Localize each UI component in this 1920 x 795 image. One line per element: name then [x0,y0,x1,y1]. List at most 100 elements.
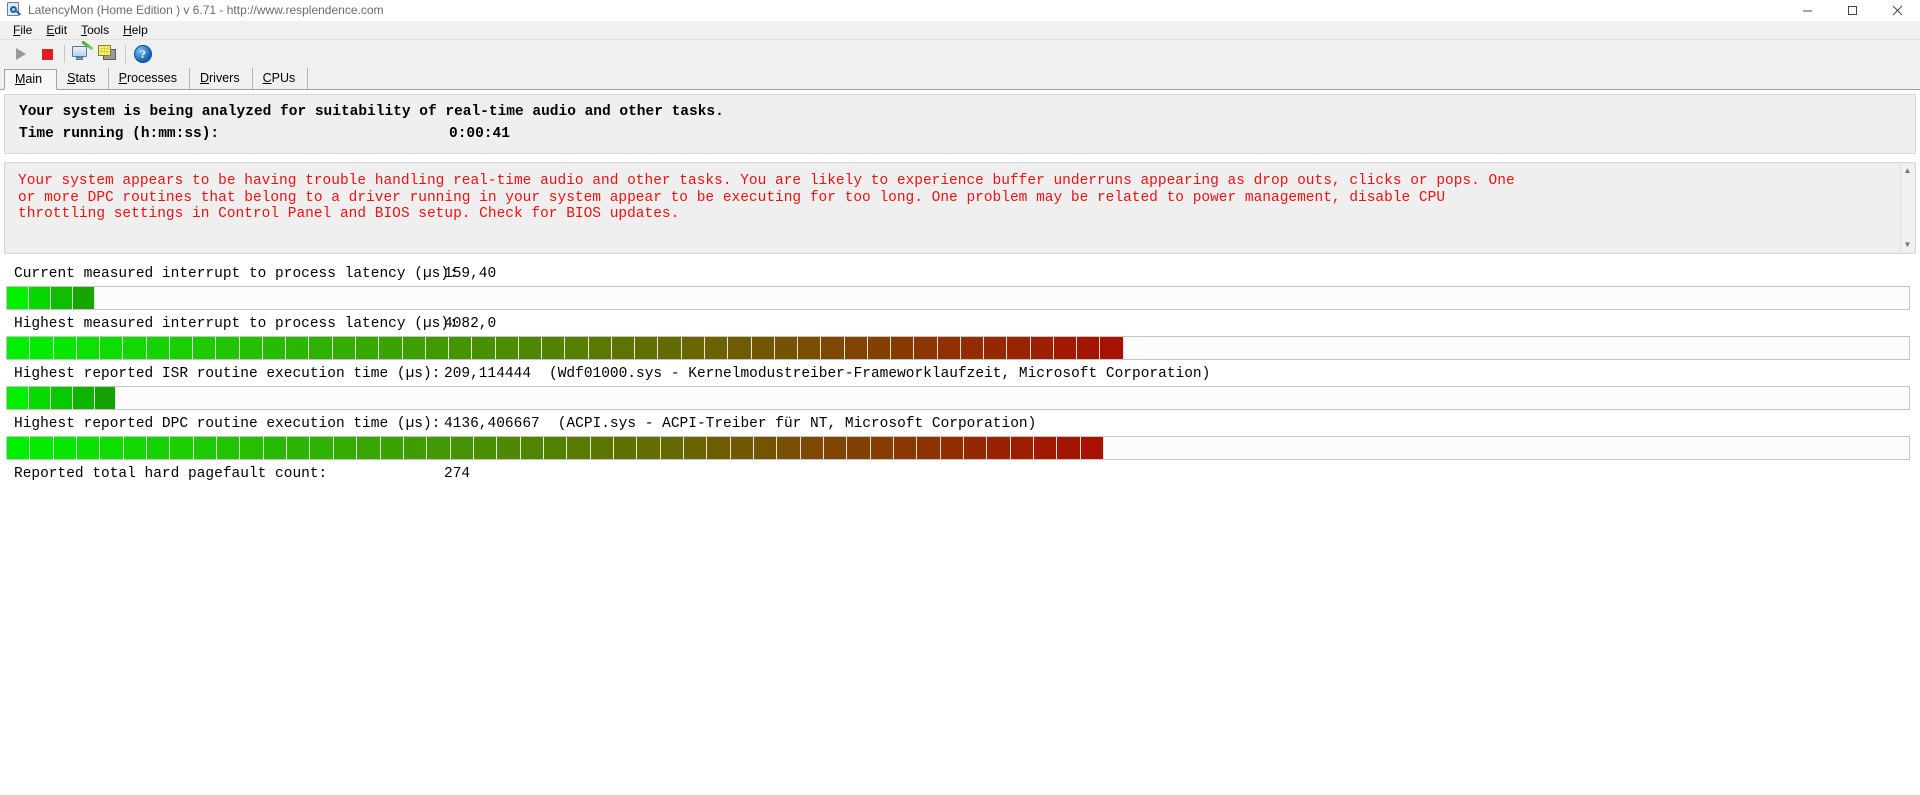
help-circle-icon: ? [134,45,152,63]
system-info-button[interactable] [69,42,95,66]
bar-segment [147,437,170,459]
bar-segment [544,437,567,459]
bar-segment [77,437,100,459]
tab-processes[interactable]: Processes [109,68,190,89]
bar-segment [801,437,824,459]
minimize-icon[interactable] [1785,0,1830,21]
bar-segment [30,337,53,359]
time-running-label: Time running (h:mm:ss): [19,126,449,142]
menu-bar: File Edit Tools Help [0,21,1920,40]
bar-segment [1057,437,1080,459]
bar-segment [54,437,77,459]
bar-segment [451,437,474,459]
bar-segment [824,437,847,459]
bar-segment [426,337,449,359]
time-running-value: 0:00:41 [449,126,510,142]
bar-segment [938,337,961,359]
bar-segment [941,437,964,459]
bar-segment [51,287,73,309]
start-monitoring-button[interactable] [8,42,34,66]
bar-segment [7,337,30,359]
pagefault-row: Reported total hard pagefault count: 274 [0,460,1920,486]
bar-segment [635,337,658,359]
bar-segment [914,337,937,359]
tab-main-label: ain [25,72,42,86]
menu-item-edit-label: dit [54,23,67,37]
tab-drivers[interactable]: Drivers [190,68,253,89]
metric-line: Highest reported DPC routine execution t… [0,410,1920,436]
bar-segment [333,337,356,359]
metric-current-latency: Current measured interrupt to process la… [0,260,1920,310]
bar-segment [379,337,402,359]
bar-segment [1011,437,1034,459]
bar-segment [705,337,728,359]
close-icon[interactable] [1875,0,1920,21]
metric-highest-isr: Highest reported ISR routine execution t… [0,360,1920,410]
bar-segment [987,437,1010,459]
metric-value: 209,114444 [444,366,531,382]
bar-segment [497,437,520,459]
bar-segment [29,287,51,309]
metric-highest-dpc: Highest reported DPC routine execution t… [0,410,1920,460]
metric-bar-fill [7,437,1104,459]
menu-item-file[interactable]: File [6,22,39,39]
menu-item-help[interactable]: Help [116,22,155,39]
bar-segment [472,337,495,359]
menu-item-tools[interactable]: Tools [74,22,116,39]
help-button[interactable]: ? [130,42,156,66]
latencymon-window: LatencyMon (Home Edition ) v 6.71 - http… [0,0,1920,795]
toolbar: ? [0,40,1920,68]
metric-value: 159,40 [444,266,496,282]
metric-value: 4082,0 [444,316,496,332]
summary-headline-row: Your system is being analyzed for suitab… [5,103,1915,125]
warning-scrollbar[interactable]: ▲ ▼ [1900,164,1914,252]
bar-segment [356,337,379,359]
bar-segment [474,437,497,459]
maximize-icon[interactable] [1830,0,1875,21]
metric-line: Highest reported ISR routine execution t… [0,360,1920,386]
scroll-down-arrow[interactable]: ▼ [1901,238,1915,252]
tab-cpus[interactable]: CPUs [253,68,309,89]
bar-segment [170,337,193,359]
bar-segment [217,437,240,459]
metric-bar [6,386,1910,410]
stop-icon [42,49,53,60]
title-bar: LatencyMon (Home Edition ) v 6.71 - http… [0,0,1920,21]
bar-segment [798,337,821,359]
scroll-up-arrow[interactable]: ▲ [1901,164,1915,178]
pagefault-label: Reported total hard pagefault count: [14,466,444,482]
bar-segment [612,337,635,359]
bar-segment [542,337,565,359]
bar-segment [124,437,147,459]
bar-segment [54,337,77,359]
tab-strip: Main Stats Processes Drivers CPUs [0,68,1920,90]
bar-segment [30,437,53,459]
menu-item-edit[interactable]: Edit [39,22,74,39]
metric-bar [6,336,1910,360]
report-button[interactable] [95,42,121,66]
toolbar-separator-1 [64,45,65,63]
bar-segment [821,337,844,359]
bar-segment [404,437,427,459]
tab-stats[interactable]: Stats [57,68,109,89]
bar-segment [1034,437,1057,459]
play-icon [16,48,26,60]
bar-segment [73,287,95,309]
metric-label: Highest reported ISR routine execution t… [14,366,444,382]
bar-segment [1077,337,1100,359]
bar-segment [29,387,51,409]
metric-driver: (Wdf01000.sys - Kernelmodustreiber-Frame… [549,366,1210,382]
bar-segment [775,337,798,359]
bar-segment [519,337,542,359]
metric-bar-fill [7,387,116,409]
tab-main[interactable]: Main [4,69,57,90]
bar-segment [381,437,404,459]
time-running-row: Time running (h:mm:ss): 0:00:41 [5,125,1915,147]
bar-segment [707,437,730,459]
bar-segment [845,337,868,359]
stop-monitoring-button[interactable] [34,42,60,66]
menu-item-file-label: ile [20,23,32,37]
bar-segment [891,337,914,359]
tab-processes-label: rocesses [127,71,177,85]
bar-segment [728,337,751,359]
